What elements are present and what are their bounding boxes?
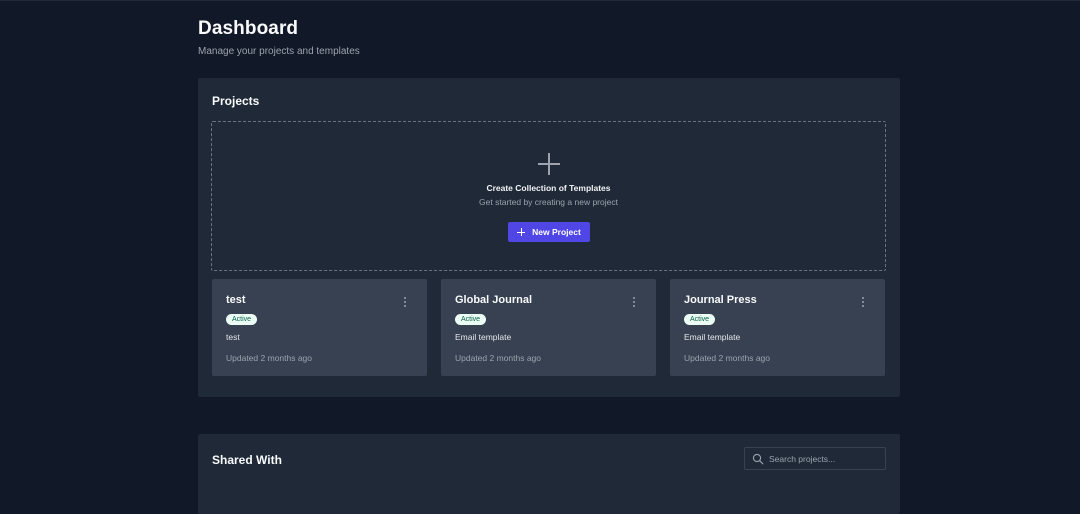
- plus-icon: [517, 228, 526, 236]
- project-card-title: Journal Press: [684, 294, 757, 306]
- more-options-icon[interactable]: [632, 296, 636, 308]
- project-card-title: test: [226, 294, 246, 306]
- create-collection-subtitle: Get started by creating a new project: [479, 197, 618, 207]
- status-badge: Active: [684, 314, 716, 325]
- plus-icon: [538, 153, 560, 175]
- projects-panel: Projects Create Collection of Templates …: [198, 78, 900, 397]
- create-collection-title: Create Collection of Templates: [486, 183, 611, 193]
- project-card[interactable]: Global Journal Active Email template Upd…: [441, 279, 656, 376]
- more-options-icon[interactable]: [861, 296, 865, 308]
- page-title: Dashboard: [198, 18, 299, 39]
- shared-with-heading: Shared With: [212, 453, 282, 467]
- new-project-label: New Project: [532, 227, 581, 237]
- project-card-description: Email template: [455, 332, 512, 342]
- shared-with-panel: Shared With: [198, 434, 900, 514]
- project-card-updated: Updated 2 months ago: [455, 353, 542, 363]
- project-card-updated: Updated 2 months ago: [226, 353, 313, 363]
- new-project-button[interactable]: New Project: [508, 222, 590, 242]
- project-card[interactable]: test Active test Updated 2 months ago: [212, 279, 427, 376]
- project-card-description: Email template: [684, 332, 741, 342]
- page-subtitle: Manage your projects and templates: [198, 46, 360, 57]
- search-icon: [752, 453, 764, 465]
- top-divider: [0, 0, 1080, 1]
- project-card[interactable]: Journal Press Active Email template Upda…: [670, 279, 885, 376]
- project-card-description: test: [226, 332, 240, 342]
- projects-heading: Projects: [212, 94, 260, 108]
- more-options-icon[interactable]: [403, 296, 407, 308]
- search-input[interactable]: [767, 450, 882, 467]
- status-badge: Active: [455, 314, 487, 325]
- project-card-title: Global Journal: [455, 294, 533, 306]
- project-card-updated: Updated 2 months ago: [684, 353, 771, 363]
- status-badge: Active: [226, 314, 258, 325]
- search-box: [744, 447, 886, 470]
- create-project-dropzone[interactable]: Create Collection of Templates Get start…: [211, 121, 886, 271]
